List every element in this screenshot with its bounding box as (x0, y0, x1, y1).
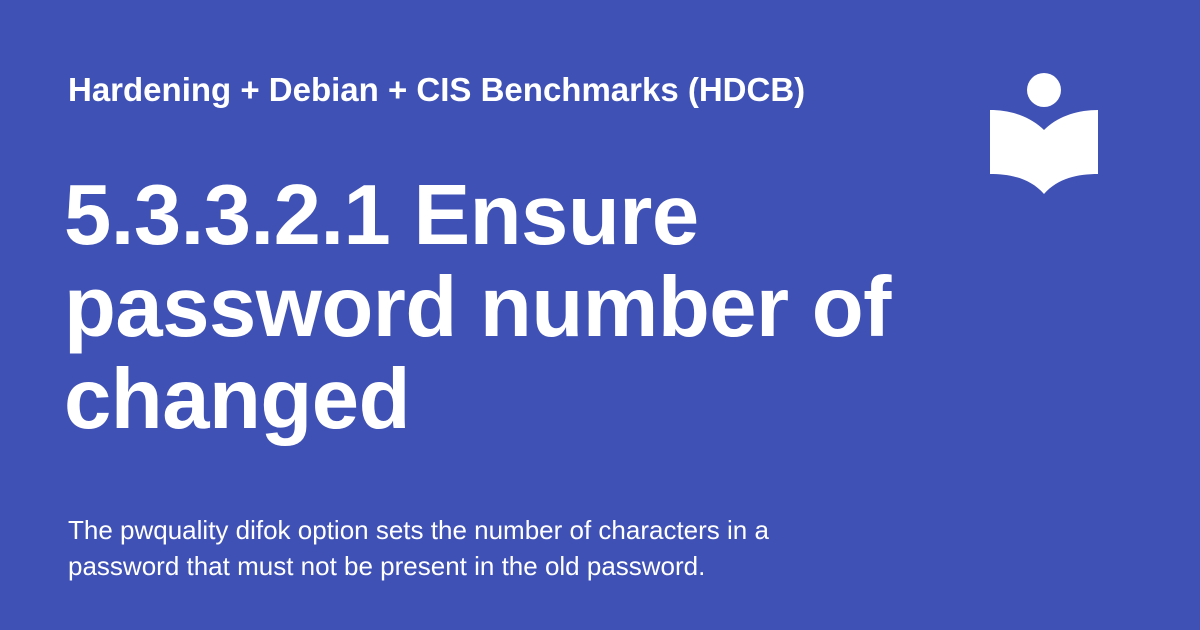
page-description: The pwquality difok option sets the numb… (68, 515, 769, 581)
social-card: Hardening + Debian + CIS Benchmarks (HDC… (0, 0, 1200, 630)
site-name: Hardening + Debian + CIS Benchmarks (HDC… (68, 71, 806, 108)
page-title: 5.3.3.2.1 Ensure password number of chan… (64, 168, 891, 447)
reading-person-book-icon (990, 73, 1098, 194)
